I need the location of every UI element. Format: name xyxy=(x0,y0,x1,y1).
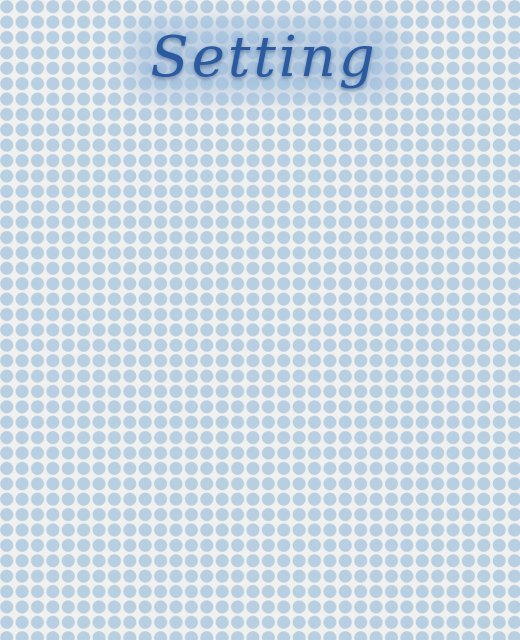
settings-screen: Setting xyxy=(0,0,520,640)
title-banner: Setting xyxy=(122,12,406,104)
page-title: Setting xyxy=(150,25,378,90)
